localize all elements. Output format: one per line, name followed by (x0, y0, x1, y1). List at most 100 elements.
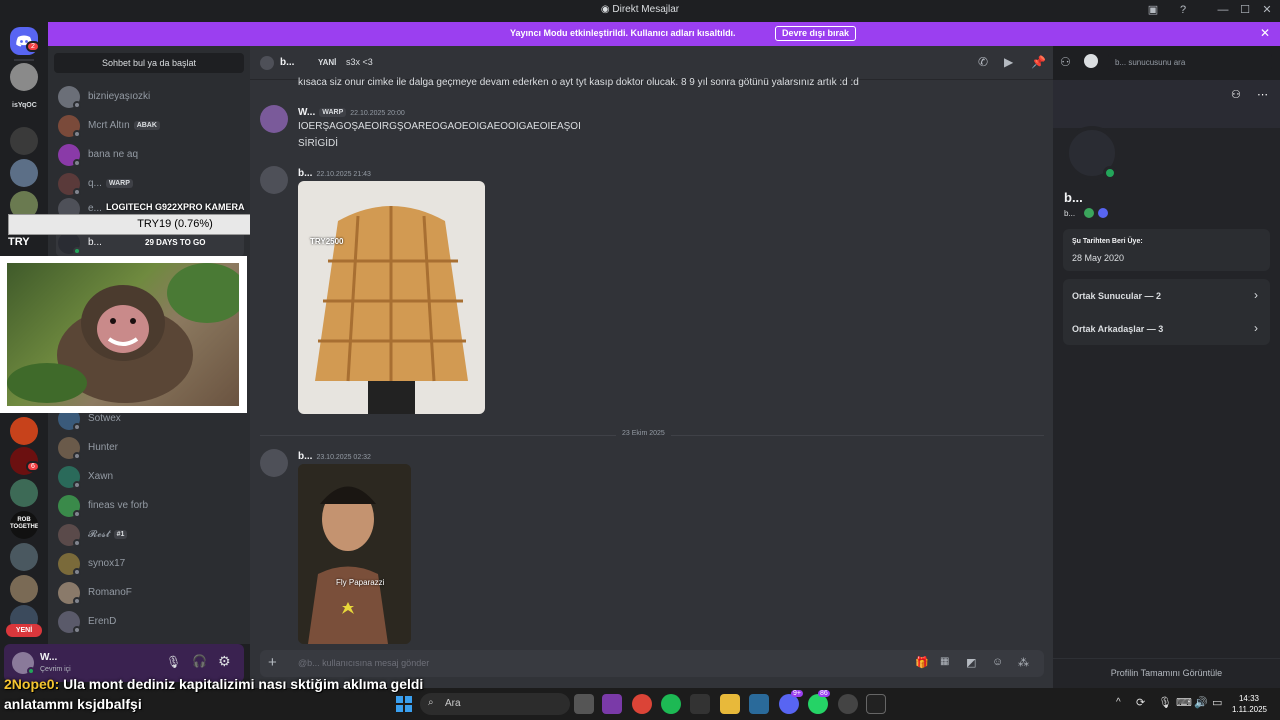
separator (14, 59, 34, 61)
apps-icon[interactable]: ⁂ (1018, 656, 1029, 669)
search-input[interactable]: b... sunucusunu ara (1108, 53, 1272, 71)
view-full-profile-link[interactable]: Profilin Tamamını Görüntüle (1053, 668, 1280, 678)
avatar[interactable] (260, 105, 288, 133)
profile-panel: ⚇ ⋯ b... b... Şu Tarihten Beri Üye: 28 M… (1053, 80, 1280, 688)
image-attachment[interactable]: TRY2500 (298, 181, 485, 414)
dm-item[interactable]: Mcrt Altın ABAK (56, 113, 244, 139)
server-avatar[interactable] (10, 417, 38, 445)
dm-item[interactable]: synox17 (56, 551, 244, 577)
microphone-icon[interactable]: 🎙 (166, 655, 181, 669)
media-app-icon[interactable] (690, 694, 710, 714)
server-avatar[interactable] (10, 127, 38, 155)
author-name[interactable]: b... (298, 168, 312, 179)
clan-tag: WARP (319, 108, 347, 117)
friend-action-icon[interactable]: ⚇ (1231, 88, 1241, 101)
server-avatar[interactable] (10, 159, 38, 187)
close-window-button[interactable]: ✕ (1260, 3, 1274, 17)
author-name[interactable]: b... (298, 451, 312, 462)
server-avatar[interactable] (10, 479, 38, 507)
copilot-icon[interactable] (602, 694, 622, 714)
avatar[interactable] (260, 449, 288, 477)
minimize-button[interactable]: — (1216, 3, 1230, 17)
chrome-icon[interactable] (632, 694, 652, 714)
dm-name: Mcrt Altın (88, 120, 130, 131)
status-icon (73, 247, 81, 255)
stock-name: LOGITECH G922XPRO KAMERA (106, 202, 245, 212)
dm-item[interactable]: Xawn (56, 464, 244, 490)
headphones-icon[interactable]: 🎧 (192, 654, 207, 668)
dm-item[interactable]: Hunter (56, 435, 244, 461)
sticker-icon[interactable]: ◩ (966, 656, 976, 669)
spotify-icon[interactable] (661, 694, 681, 714)
author-name[interactable]: W... (298, 107, 315, 118)
dm-item[interactable]: fineas ve forb (56, 493, 244, 519)
badge-icon[interactable] (1084, 208, 1094, 218)
user-profile-icon[interactable] (1084, 54, 1098, 68)
discord-taskbar-icon[interactable] (779, 694, 799, 714)
settings-gear-icon[interactable]: ⚙ (218, 653, 231, 670)
gif-icon[interactable]: ▦ (940, 656, 949, 667)
dm-name: RomanoF (88, 587, 132, 598)
stream-chat-caption: 2Nope0: Ula mont dediniz kapitalizimi na… (4, 674, 423, 714)
server-text-label: ROB TOGETHER (10, 517, 38, 530)
terminal-icon[interactable] (866, 694, 886, 714)
task-view-icon[interactable] (574, 694, 594, 714)
pin-icon[interactable]: 📌 (1031, 55, 1046, 69)
dm-item[interactable]: RomanoF (56, 580, 244, 606)
tray-app-icon[interactable]: ⟳ (1136, 696, 1145, 709)
app-icon[interactable] (838, 694, 858, 714)
dm-name: ErenD (88, 616, 117, 627)
dm-item[interactable]: biznieyaşıozki (56, 84, 244, 110)
file-explorer-icon[interactable] (720, 694, 740, 714)
maximize-button[interactable]: ☐ (1238, 3, 1252, 17)
server-avatar[interactable] (10, 63, 38, 91)
volume-icon[interactable]: 🔊 (1194, 696, 1208, 709)
add-attachment-icon[interactable]: + (268, 654, 277, 671)
avatar[interactable] (260, 166, 288, 194)
taskbar-search[interactable]: ⌕ Ara (420, 693, 570, 715)
avatar[interactable] (260, 56, 274, 70)
mutuals-card: Ortak Sunucular — 2 › Ortak Arkadaşlar —… (1063, 279, 1270, 345)
server-avatar[interactable]: ROB TOGETHER (10, 511, 38, 539)
disable-streamer-mode-button[interactable]: Devre dışı bırak (775, 26, 857, 41)
emoji-icon[interactable]: ☺ (992, 656, 1003, 668)
app-icon[interactable] (749, 694, 769, 714)
message-input[interactable]: @b... kullanıcısına mesaj gönder (298, 658, 429, 668)
more-options-icon[interactable]: ⋯ (1257, 88, 1268, 101)
dm-name: Xawn (88, 471, 114, 482)
nitro-badge-icon[interactable] (1098, 208, 1108, 218)
battery-icon[interactable]: ▭ (1212, 696, 1222, 709)
server-avatar[interactable] (10, 543, 38, 571)
message-author: b... 22.10.2025 21:43 (298, 168, 371, 179)
video-call-icon[interactable]: ▶ (1004, 55, 1013, 69)
clock[interactable]: 14:33 1.11.2025 (1232, 693, 1267, 715)
network-icon[interactable]: ⌨ (1176, 696, 1192, 709)
server-avatar[interactable] (10, 575, 38, 603)
clock-time: 14:33 (1238, 694, 1260, 703)
chevron-right-icon: › (1254, 288, 1258, 302)
whatsapp-icon[interactable] (808, 694, 828, 714)
close-banner-icon[interactable]: ✕ (1260, 26, 1270, 40)
help-icon[interactable]: ? (1176, 3, 1190, 17)
gift-icon[interactable]: 🎁 (915, 656, 929, 669)
find-conversation-button[interactable]: Sohbet bul ya da başlat (54, 53, 244, 73)
streamer-mode-banner: Yayıncı Modu etkinleştirildi. Kullanıcı … (48, 22, 1280, 46)
inbox-icon[interactable]: ▣ (1146, 3, 1160, 17)
video-attachment[interactable]: Fly Paparazzi (298, 464, 411, 644)
status-icon (73, 423, 81, 431)
add-friend-icon[interactable]: ⚇ (1060, 55, 1071, 69)
dm-item[interactable]: 𝓡𝓮𝓼𝓽 #1 (56, 522, 244, 548)
tray-overflow-icon[interactable]: ^ (1116, 697, 1121, 708)
phone-call-icon[interactable]: ✆ (978, 55, 988, 69)
discord-taskbar-badge: 9+ (791, 690, 803, 697)
message-author: b... 23.10.2025 02:32 (298, 451, 371, 462)
mutual-servers-button[interactable]: Ortak Sunucular — 2 › (1063, 279, 1270, 312)
dm-item[interactable]: bana ne aq (56, 142, 244, 168)
banner-message: Yayıncı Modu etkinleştirildi. Kullanıcı … (510, 28, 736, 38)
dm-item[interactable]: ErenD (56, 609, 244, 635)
mutual-friends-button[interactable]: Ortak Arkadaşlar — 3 › (1063, 312, 1270, 345)
new-label[interactable]: YENİ (6, 624, 42, 637)
dm-item[interactable]: q... WARP (56, 171, 244, 197)
message-text: kısaca siz onur cimke ile dalga geçmeye … (298, 77, 859, 88)
microphone-tray-icon[interactable]: 🎙 (1158, 696, 1172, 709)
